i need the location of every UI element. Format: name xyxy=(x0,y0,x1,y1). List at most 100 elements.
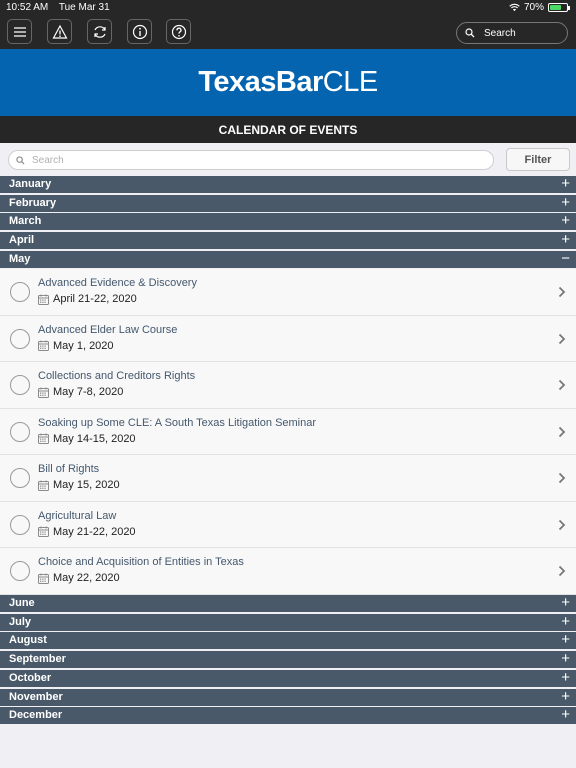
event-select-circle[interactable] xyxy=(10,328,30,349)
event-title: Bill of Rights xyxy=(38,463,100,475)
alert-button[interactable] xyxy=(47,19,72,44)
month-header-march[interactable]: March + xyxy=(0,213,576,231)
event-date-text: May 22, 2020 xyxy=(53,572,120,584)
toolbar: Search xyxy=(0,16,576,49)
month-header-february[interactable]: February + xyxy=(0,193,576,212)
event-title: Advanced Elder Law Course xyxy=(38,323,178,336)
event-row[interactable]: Choice and Acquisition of Entities in Te… xyxy=(0,548,576,595)
month-label: January xyxy=(9,178,52,190)
event-title: Agricultural Law xyxy=(38,509,117,522)
chevron-right-icon xyxy=(558,426,566,437)
calendar-icon xyxy=(38,340,49,351)
event-date: May 15, 2020 xyxy=(38,479,120,491)
chevron-right-icon xyxy=(558,519,566,530)
event-row[interactable]: Advanced Evidence & Discovery April 21-22… xyxy=(0,269,576,316)
expand-icon: + xyxy=(561,706,570,724)
month-header-april[interactable]: April + xyxy=(0,231,576,250)
expand-icon: + xyxy=(561,631,570,649)
month-header-october[interactable]: October + xyxy=(0,668,576,687)
event-row[interactable]: Agricultural Law May 21-22, 2020 xyxy=(0,501,576,548)
status-bar: 10:52 AM Tue Mar 31 70% xyxy=(0,0,576,16)
info-button[interactable] xyxy=(127,19,152,44)
warning-icon xyxy=(51,24,68,39)
event-select-circle[interactable] xyxy=(10,468,30,488)
calendar-icon xyxy=(38,480,49,491)
month-header-august[interactable]: August + xyxy=(0,631,576,650)
event-date-text: May 15, 2020 xyxy=(53,479,120,491)
logo-bold-text: TexasBar xyxy=(198,66,323,98)
help-button[interactable] xyxy=(166,19,191,44)
status-date: Tue Mar 31 xyxy=(58,2,110,13)
expand-icon: + xyxy=(561,231,570,249)
event-select-circle[interactable] xyxy=(10,514,30,535)
expand-icon: + xyxy=(561,594,570,611)
filter-button[interactable]: Filter xyxy=(506,148,570,171)
month-header-june[interactable]: June + xyxy=(0,595,576,612)
chevron-right-icon xyxy=(558,472,566,484)
event-row[interactable]: Collections and Creditors Rights May 7-8,… xyxy=(0,362,576,409)
month-label: July xyxy=(9,615,32,628)
month-label: February xyxy=(9,196,57,209)
month-label: December xyxy=(9,709,63,722)
event-select-circle[interactable] xyxy=(10,561,30,581)
banner: TexasBarCLE xyxy=(0,49,576,116)
event-title: Collections and Creditors Rights xyxy=(38,370,196,382)
month-header-july[interactable]: July + xyxy=(0,612,576,631)
chevron-right-icon xyxy=(558,333,566,344)
expand-icon: + xyxy=(561,687,570,705)
month-header-january[interactable]: January + xyxy=(0,176,576,193)
expand-icon: + xyxy=(561,668,570,686)
event-date: May 22, 2020 xyxy=(38,572,120,584)
calendar-icon xyxy=(38,433,49,444)
month-header-may[interactable]: May − xyxy=(0,249,576,268)
search-icon xyxy=(465,28,475,38)
month-header-september[interactable]: September + xyxy=(0,650,576,669)
events-search-field[interactable] xyxy=(8,150,494,170)
battery-percent: 70% xyxy=(523,2,544,13)
event-date-text: May 7-8, 2020 xyxy=(53,386,124,398)
toolbar-search-label: Search xyxy=(484,27,516,39)
event-row[interactable]: Bill of Rights May 15, 2020 xyxy=(0,455,576,502)
month-label: September xyxy=(9,653,66,666)
search-row: Filter xyxy=(0,143,576,176)
calendar-icon xyxy=(38,294,49,305)
month-label: March xyxy=(9,215,42,228)
month-header-november[interactable]: November + xyxy=(0,687,576,706)
chevron-right-icon xyxy=(558,565,566,577)
event-date: May 14-15, 2020 xyxy=(38,433,136,445)
event-title: Choice and Acquisition of Entities in Te… xyxy=(38,556,244,568)
month-label: August xyxy=(9,634,47,647)
expand-icon: + xyxy=(561,650,570,668)
calendar-icon xyxy=(38,573,49,584)
event-title: Soaking up Some CLE: A South Texas Litig… xyxy=(38,416,317,429)
event-date: May 7-8, 2020 xyxy=(38,386,123,398)
collapse-icon: − xyxy=(561,249,570,267)
event-date-text: May 1, 2020 xyxy=(53,339,114,352)
question-icon xyxy=(171,24,186,39)
event-title: Advanced Evidence & Discovery xyxy=(38,277,197,289)
wifi-icon xyxy=(509,3,520,12)
chevron-right-icon xyxy=(558,286,566,298)
event-date: May 1, 2020 xyxy=(38,340,114,352)
month-label: May xyxy=(9,252,31,265)
event-row[interactable]: Advanced Elder Law Course May 1, 2020 xyxy=(0,315,576,362)
refresh-button[interactable] xyxy=(87,19,112,44)
expand-icon: + xyxy=(561,193,570,211)
month-label: April xyxy=(9,234,35,247)
chevron-right-icon xyxy=(558,379,566,391)
event-select-circle[interactable] xyxy=(10,421,30,442)
status-time: 10:52 AM xyxy=(6,2,49,13)
month-label: November xyxy=(9,690,63,703)
event-list: Advanced Evidence & Discovery April 21-22… xyxy=(0,269,576,595)
event-select-circle[interactable] xyxy=(10,375,30,395)
toolbar-search[interactable]: Search xyxy=(456,22,568,44)
month-header-december[interactable]: December + xyxy=(0,706,576,725)
hamburger-icon xyxy=(13,26,26,37)
events-search-input[interactable] xyxy=(32,154,462,166)
event-row[interactable]: Soaking up Some CLE: A South Texas Litig… xyxy=(0,408,576,455)
expand-icon: + xyxy=(561,612,570,630)
event-select-circle[interactable] xyxy=(10,282,30,302)
logo-light-text: CLE xyxy=(322,66,378,98)
expand-icon: + xyxy=(561,175,570,192)
menu-button[interactable] xyxy=(7,19,32,44)
